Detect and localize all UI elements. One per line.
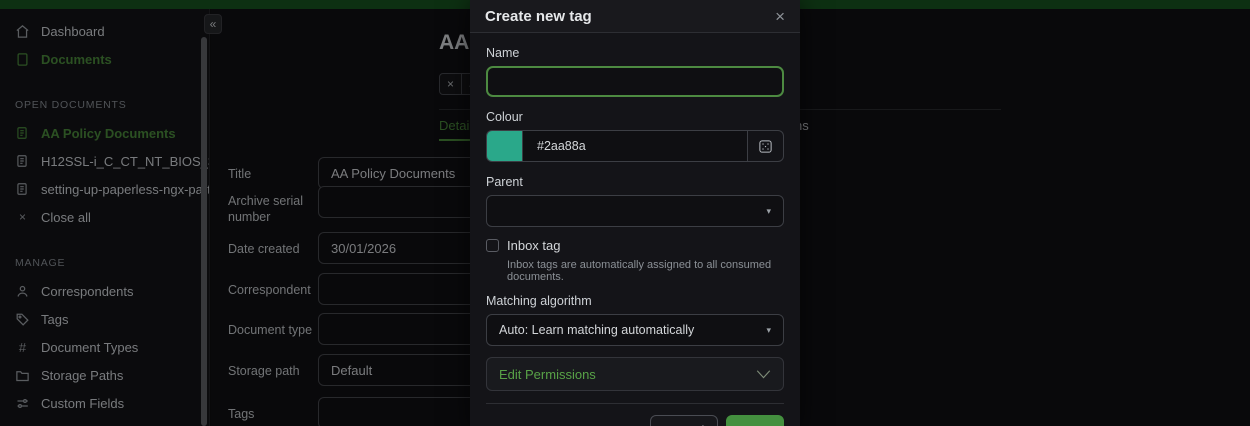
create-tag-modal: Create new tag × Name Colour #2aa88a Par… [470,0,800,426]
modal-close-icon[interactable]: × [775,8,785,25]
colour-group: #2aa88a [486,130,784,162]
inbox-tag-checkbox[interactable] [486,239,499,252]
modal-body: Name Colour #2aa88a Parent ▾ Inbox tag [470,33,800,391]
matching-algorithm-select[interactable]: Auto: Learn matching automatically ▾ [486,314,784,346]
matching-algorithm-value: Auto: Learn matching automatically [499,323,694,337]
inbox-tag-row: Inbox tag [486,238,784,253]
matching-algorithm-label: Matching algorithm [486,294,784,308]
dice-icon [758,139,773,154]
inbox-tag-hint: Inbox tags are automatically assigned to… [507,259,784,283]
colour-swatch [486,130,522,162]
cancel-button[interactable]: Cancel [650,415,718,426]
tag-name-input[interactable] [486,66,784,97]
inbox-tag-label: Inbox tag [507,238,561,253]
colour-label: Colour [486,110,784,124]
random-colour-button[interactable] [748,130,784,162]
modal-title: Create new tag [485,8,592,25]
colour-value-input[interactable]: #2aa88a [522,130,748,162]
paperless-app: Dashboard Documents Open documents AA Po… [0,0,1250,426]
modal-footer: Cancel Save [486,403,784,426]
edit-permissions-label: Edit Permissions [499,367,596,382]
parent-select[interactable]: ▾ [486,195,784,227]
parent-label: Parent [486,175,784,189]
chevron-down-icon [756,369,771,380]
chevron-down-icon: ▾ [766,206,771,217]
chevron-down-icon: ▾ [766,325,771,336]
edit-permissions-accordion[interactable]: Edit Permissions [486,357,784,391]
name-label: Name [486,46,784,60]
save-button[interactable]: Save [726,415,784,426]
modal-header: Create new tag × [470,0,800,33]
